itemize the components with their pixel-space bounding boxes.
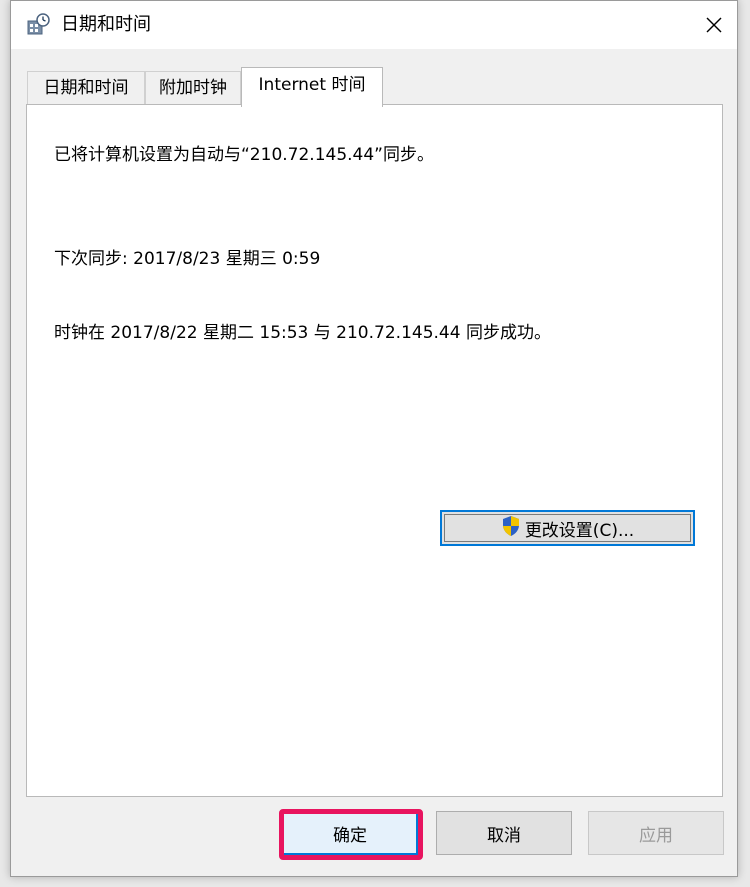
uac-shield-icon [501, 515, 521, 542]
next-sync-text: 下次同步: 2017/8/23 星期三 0:59 [54, 249, 321, 269]
window-title: 日期和时间 [61, 14, 151, 35]
tab-internet-time[interactable]: Internet 时间 [241, 67, 383, 107]
dialog-window: 日期和时间 日期和时间 附加时钟 Internet 时间 已将计算机设置为自动与… [10, 0, 738, 877]
title-bar[interactable]: 日期和时间 [11, 1, 737, 49]
apply-button[interactable]: 应用 [588, 811, 724, 855]
tab-date-time[interactable]: 日期和时间 [27, 71, 145, 105]
close-button[interactable] [691, 1, 737, 49]
tab-additional-clocks[interactable]: 附加时钟 [145, 71, 241, 105]
change-settings-label: 更改设置(C)... [524, 520, 635, 541]
last-sync-text: 时钟在 2017/8/22 星期二 15:53 与 210.72.145.44 … [54, 323, 551, 343]
date-time-icon [26, 13, 50, 37]
internet-time-panel: 已将计算机设置为自动与“210.72.145.44”同步。 下次同步: 2017… [26, 104, 723, 797]
dialog-button-row: 确定 取消 应用 [11, 811, 737, 859]
change-settings-button[interactable]: 更改设置(C)... [440, 510, 695, 546]
ok-button[interactable]: 确定 [282, 811, 418, 855]
close-icon [706, 17, 722, 33]
cancel-button[interactable]: 取消 [436, 811, 572, 855]
sync-config-text: 已将计算机设置为自动与“210.72.145.44”同步。 [54, 145, 434, 165]
